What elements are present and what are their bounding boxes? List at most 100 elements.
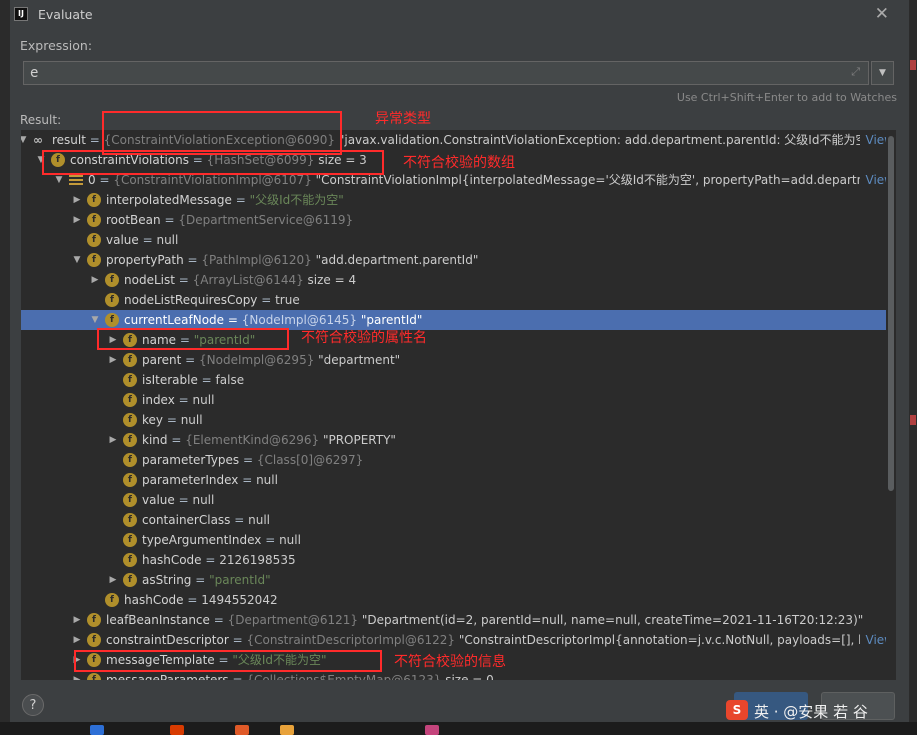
variable-name: index [142,393,175,407]
result-tree[interactable]: ▼ ∞ result = {ConstraintViolationException… [21,130,896,680]
tree-row[interactable]: f parameterTypes = {Class[0]@6297} [21,450,896,470]
variable-value: null [192,393,215,407]
variable-type: {ConstraintDescriptorImpl@6122} [246,633,459,647]
tree-row[interactable]: ▼ f propertyPath = {PathImpl@6120} "add.de… [21,250,896,270]
tree-row-text: kind = {ElementKind@6296} "PROPERTY" [142,430,396,450]
expand-arrow-icon[interactable]: ▶ [107,430,119,450]
tree-row[interactable]: ▶ f asString = "parentId" [21,570,896,590]
expand-editor-icon[interactable]: ⤢ [851,65,860,79]
equals-sign: = [174,493,193,507]
variable-name: nodeListRequiresCopy [124,293,258,307]
tree-row-text: parameterTypes = {Class[0]@6297} [142,450,363,470]
tree-row[interactable]: ▶ f parent = {NodeImpl@6295} "department" [21,350,896,370]
tree-row[interactable]: f parameterIndex = null [21,470,896,490]
array-element-icon [69,175,83,185]
field-icon: f [87,193,101,207]
equals-sign: = [95,173,114,187]
variable-name: nodeList [124,273,175,287]
collapse-arrow-icon[interactable]: ▼ [21,130,29,150]
variable-name: propertyPath [106,253,184,267]
tree-row[interactable]: ▶ f constraintDescriptor = {ConstraintDesc… [21,630,896,650]
expression-input[interactable]: e ⤢ [23,61,869,85]
variable-value: 2126198535 [219,553,296,567]
close-icon[interactable]: ✕ [875,4,889,24]
collapse-arrow-icon[interactable]: ▼ [71,250,83,270]
tree-row[interactable]: f index = null [21,390,896,410]
taskbar-app-icon[interactable] [280,725,294,735]
scrollbar-thumb[interactable] [888,136,894,491]
taskbar-app-icon[interactable] [425,725,439,735]
variable-name: hashCode [142,553,202,567]
tree-row[interactable]: f hashCode = 1494552042 [21,590,896,610]
tree-row-text: index = null [142,390,214,410]
variable-value: "PROPERTY" [322,433,396,447]
tree-row[interactable]: ▼ f currentLeafNode = {NodeImpl@6145} "par… [21,310,896,330]
expand-arrow-icon[interactable]: ▶ [71,190,83,210]
background-right-edge [909,0,917,722]
variable-type: {ElementKind@6296} [185,433,323,447]
tree-row[interactable]: f key = null [21,410,896,430]
expand-arrow-icon[interactable]: ▶ [107,350,119,370]
equals-sign: = [181,353,200,367]
taskbar [0,722,917,735]
variable-name: constraintDescriptor [106,633,229,647]
field-icon: f [123,533,137,547]
equals-sign: = [257,293,276,307]
variable-name: interpolatedMessage [106,193,232,207]
field-icon: f [123,453,137,467]
field-icon: f [105,293,119,307]
expand-arrow-icon[interactable]: ▶ [89,270,101,290]
field-icon: f [87,613,101,627]
expression-history-dropdown[interactable]: ▼ [871,61,894,85]
tree-row[interactable]: ▶ f interpolatedMessage = "父级Id不能为空" [21,190,896,210]
taskbar-app-icon[interactable] [90,725,104,735]
equals-sign: = [138,233,157,247]
variable-name: value [106,233,139,247]
expand-arrow-icon[interactable]: ▶ [71,630,83,650]
expand-arrow-icon[interactable]: ▶ [107,570,119,590]
title-bar: IJ Evaluate ✕ [10,0,907,30]
watermark-text: 英 · @安果 若 谷 [754,703,868,721]
tree-row[interactable]: f isIterable = false [21,370,896,390]
equals-sign: = [174,273,193,287]
taskbar-app-icon[interactable] [235,725,249,735]
evaluate-dialog: IJ Evaluate ✕ Expression: e ⤢ ▼ Use Ctrl… [10,0,907,722]
field-icon: f [123,353,137,367]
tree-row[interactable]: f nodeListRequiresCopy = true [21,290,896,310]
expand-arrow-icon[interactable]: ▶ [71,610,83,630]
equals-sign: = [163,413,181,427]
annotation-violations-array: 不符合校验的数组 [403,155,515,171]
tree-row[interactable]: ▶ f kind = {ElementKind@6296} "PROPERTY" [21,430,896,450]
expand-arrow-icon[interactable]: ▶ [71,210,83,230]
help-button[interactable]: ? [22,694,44,716]
tree-row[interactable]: ▶ f rootBean = {DepartmentService@6119} [21,210,896,230]
taskbar-app-icon[interactable] [170,725,184,735]
field-icon: f [105,313,119,327]
tree-row[interactable]: f typeArgumentIndex = null [21,530,896,550]
equals-sign: = [231,193,250,207]
tree-row[interactable]: f hashCode = 2126198535 [21,550,896,570]
equals-sign: = [224,313,242,327]
add-to-watches-hint: Use Ctrl+Shift+Enter to add to Watches [676,91,897,104]
variable-type: {Collections$EmptyMap@6123} [246,673,446,680]
expression-value[interactable]: e [30,65,38,81]
tree-row-text: rootBean = {DepartmentService@6119} [106,210,353,230]
sogou-logo-icon: S [726,700,748,720]
tree-row[interactable]: f containerClass = null [21,510,896,530]
equals-sign: = [201,553,220,567]
collapse-arrow-icon[interactable]: ▼ [89,310,101,330]
variable-value: null [256,473,278,487]
variable-value: "父级Id不能为空" [249,193,344,207]
tree-row-text: nodeListRequiresCopy = true [124,290,300,310]
field-icon: f [123,373,137,387]
tree-row[interactable]: ▶ f nodeList = {ArrayList@6144} size = 4 [21,270,896,290]
tree-row[interactable]: ▶ f leafBeanInstance = {Department@6121} "… [21,610,896,630]
equals-sign: = [85,133,104,147]
tree-scrollbar[interactable] [886,130,896,680]
variable-value: true [275,293,300,307]
tree-row-text: parameterIndex = null [142,470,278,490]
tree-row[interactable]: f value = null [21,490,896,510]
dialog-title: Evaluate [38,7,93,22]
equals-sign: = [209,613,228,627]
tree-row[interactable]: f value = null [21,230,896,250]
